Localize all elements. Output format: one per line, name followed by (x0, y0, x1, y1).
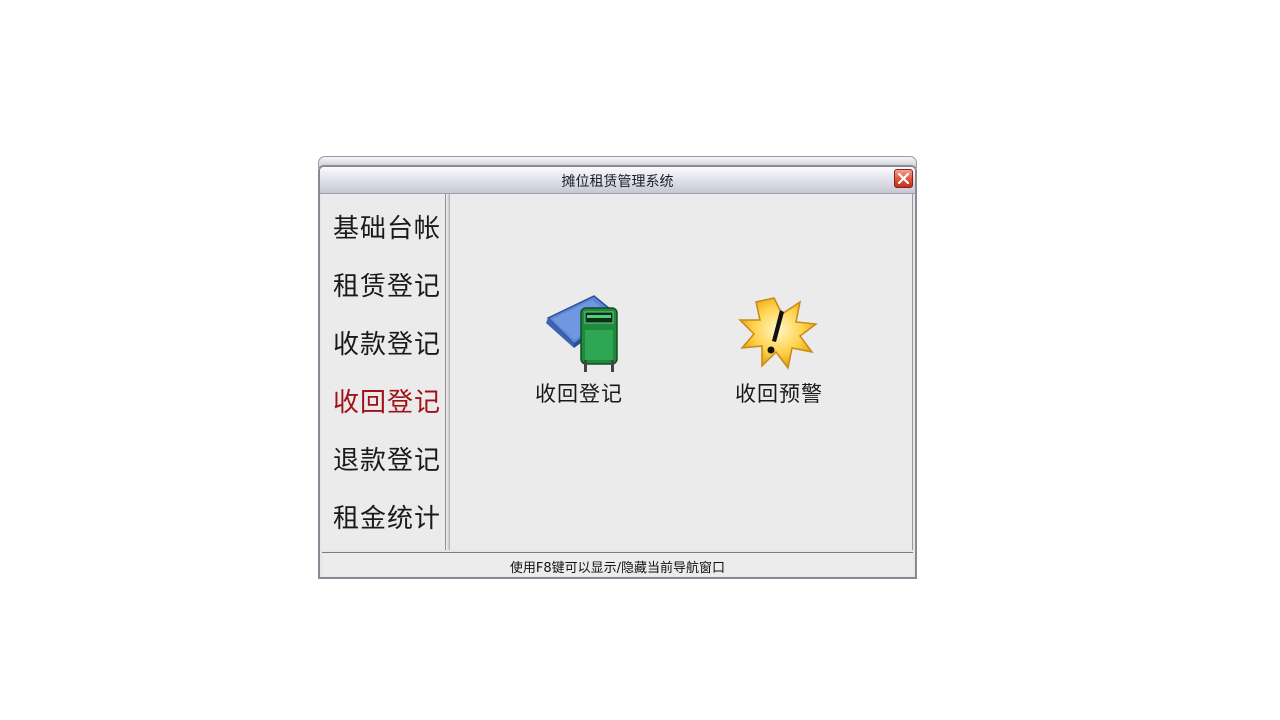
window-body: 基础台帐 租赁登记 收款登记 收回登记 退款登记 租金统计 收回登记 收回预警 (320, 194, 915, 550)
status-bar: 使用F8键可以显示/隐藏当前导航窗口 (322, 552, 913, 576)
launcher-label: 收回预警 (735, 382, 823, 406)
sidebar-item-lease-registration[interactable]: 租赁登记 (333, 272, 443, 302)
status-hint: 使用F8键可以显示/隐藏当前导航窗口 (509, 561, 726, 576)
close-icon (897, 172, 910, 185)
sidebar-item-payment-registration[interactable]: 收款登记 (333, 330, 443, 360)
recovery-registration-launcher[interactable]: 收回登记 (519, 290, 639, 408)
sidebar-item-recovery-registration[interactable]: 收回登记 (333, 388, 443, 418)
recovery-warning-launcher[interactable]: 收回预警 (719, 290, 839, 408)
sidebar-item-refund-registration[interactable]: 退款登记 (333, 446, 443, 476)
warning-burst-icon (734, 290, 824, 374)
close-button[interactable] (894, 169, 913, 188)
title-bar[interactable]: 摊位租赁管理系统 (320, 167, 915, 194)
navigation-sidebar: 基础台帐 租赁登记 收款登记 收回登记 退款登记 租金统计 (321, 194, 446, 550)
window-frame: 摊位租赁管理系统 基础台帐 租赁登记 收款登记 收回登记 退款登记 租金统计 收… (318, 165, 917, 579)
main-panel: 收回登记 收回预警 (450, 194, 913, 550)
app-window: 摊位租赁管理系统 基础台帐 租赁登记 收款登记 收回登记 退款登记 租金统计 收… (318, 156, 917, 579)
sidebar-item-rent-statistics[interactable]: 租金统计 (333, 504, 443, 534)
sidebar-item-base-ledger[interactable]: 基础台帐 (333, 214, 443, 244)
launcher-label: 收回登记 (535, 382, 623, 406)
window-title: 摊位租赁管理系统 (561, 174, 674, 190)
register-book-icon (534, 290, 624, 374)
